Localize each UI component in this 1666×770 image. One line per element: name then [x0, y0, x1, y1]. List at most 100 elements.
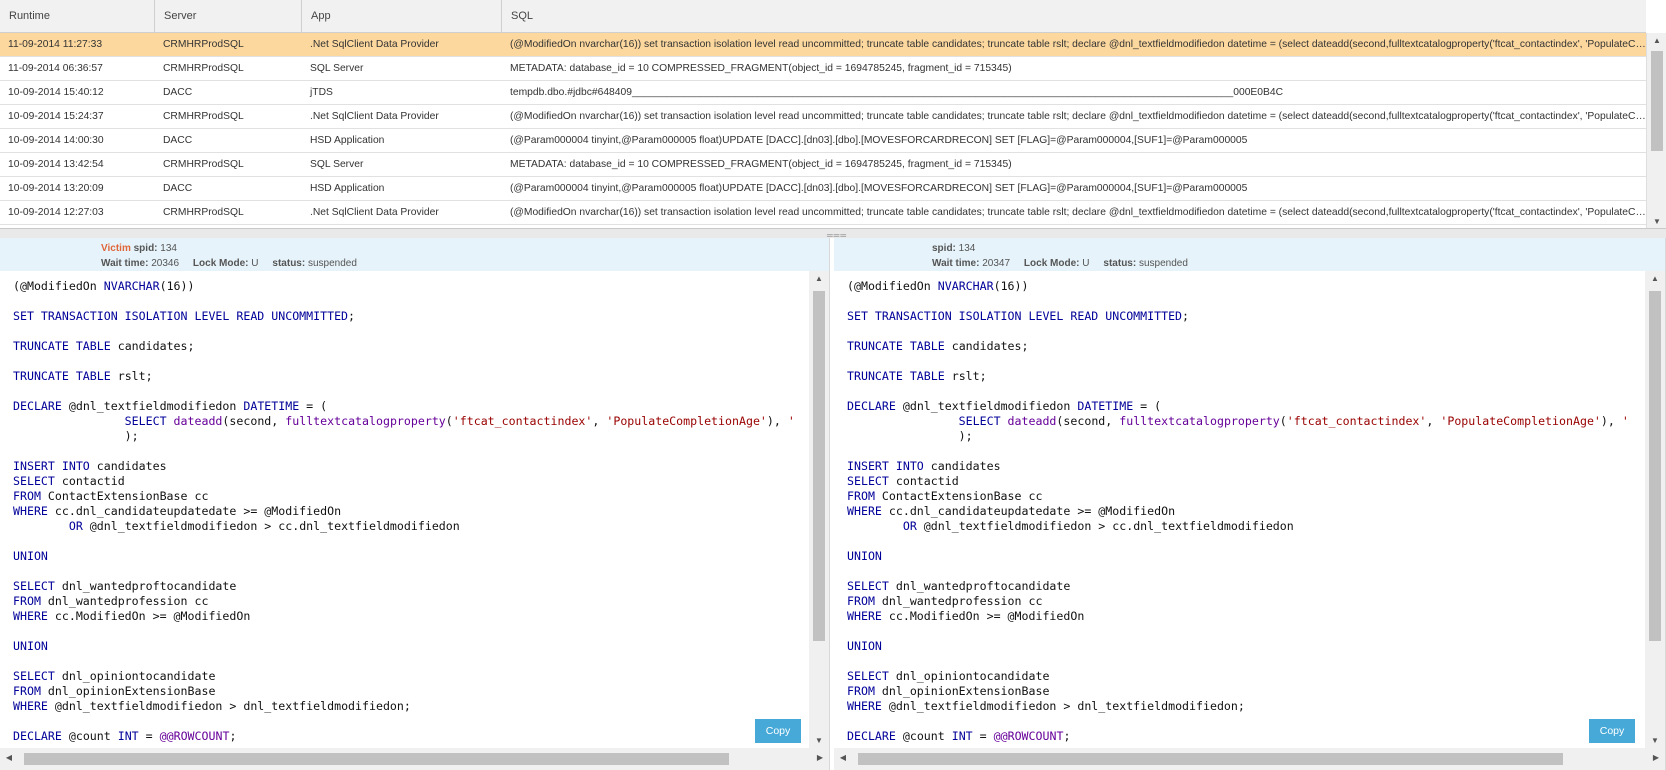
code-token: 'ftcat_contactindex': [1286, 414, 1427, 428]
code-token: @@ROWCOUNT: [993, 729, 1064, 743]
scroll-left-icon[interactable]: ◀: [2, 753, 16, 762]
code-line: SELECT dnl_opiniontocandidate: [13, 669, 809, 684]
code-token: ': [1621, 414, 1629, 428]
code-line: WHERE cc.ModifiedOn >= @ModifiedOn: [13, 609, 809, 624]
column-header-sql[interactable]: SQL: [502, 0, 1646, 33]
status-label: status:: [272, 258, 306, 269]
code-token: @count: [895, 729, 952, 743]
code-token: ),: [766, 414, 788, 428]
code-hscroll-thumb[interactable]: [858, 753, 1563, 765]
code-line: OR @dnl_textfieldmodifiedon > cc.dnl_tex…: [13, 519, 809, 534]
table-row[interactable]: 11-09-2014 06:36:57 CRMHRProdSQL SQL Serve…: [0, 57, 1646, 81]
cell-app: HSD Application: [310, 183, 385, 194]
scroll-down-icon[interactable]: ▼: [1645, 736, 1665, 745]
code-token: SELECT: [13, 414, 174, 428]
code-line: SELECT contactid: [847, 474, 1645, 489]
code-line: SELECT dateadd(second, fulltextcatalogpr…: [13, 414, 809, 429]
code-hscroll-thumb[interactable]: [24, 753, 729, 765]
code-token: ;: [1063, 729, 1071, 743]
scroll-right-icon[interactable]: ▶: [1649, 753, 1663, 762]
code-token: contactid: [54, 474, 125, 488]
victim-label: Victim: [101, 243, 131, 254]
copy-button[interactable]: Copy: [755, 719, 801, 743]
code-line: OR @dnl_textfieldmodifiedon > cc.dnl_tex…: [847, 519, 1645, 534]
code-token: SELECT: [847, 414, 1008, 428]
code-line: TRUNCATE TABLE rslt;: [847, 369, 1645, 384]
code-line: INSERT INTO candidates: [847, 459, 1645, 474]
wait-time-label: Wait time:: [101, 258, 149, 269]
code-token: ContactExtensionBase cc: [874, 489, 1043, 503]
code-token: fulltextcatalogproperty: [1119, 414, 1280, 428]
code-line: FROM dnl_opinionExtensionBase: [847, 684, 1645, 699]
code-line: TRUNCATE TABLE candidates;: [13, 339, 809, 354]
code-line: FROM ContactExtensionBase cc: [847, 489, 1645, 504]
code-token: cc.ModifiedOn >= @ModifiedOn: [47, 609, 251, 623]
code-token: SELECT: [847, 579, 889, 593]
table-row[interactable]: 10-09-2014 13:42:54 CRMHRProdSQL SQL Serve…: [0, 153, 1646, 177]
code-token: dnl_opinionExtensionBase: [874, 684, 1050, 698]
scroll-down-icon[interactable]: ▼: [1647, 217, 1666, 226]
sql-code-view[interactable]: (@ModifiedOn NVARCHAR(16)) SET TRANSACTI…: [0, 271, 809, 748]
code-token: @dnl_textfieldmodifiedon > cc.dnl_textfi…: [916, 519, 1294, 533]
code-scroll-thumb[interactable]: [1649, 291, 1661, 641]
column-header-server[interactable]: Server: [155, 0, 302, 33]
code-token: TRUNCATE TABLE: [847, 339, 945, 353]
code-line: WHERE @dnl_textfieldmodifiedon > dnl_tex…: [847, 699, 1645, 714]
scroll-up-icon[interactable]: ▲: [1645, 274, 1665, 283]
column-header-app[interactable]: App: [302, 0, 502, 33]
cell-runtime: 10-09-2014 15:24:37: [8, 111, 104, 122]
code-token: @ModifiedOn: [19, 279, 104, 293]
code-token: (16)): [159, 279, 195, 293]
lock-mode-value: U: [251, 258, 259, 269]
code-line: SELECT dnl_opiniontocandidate: [847, 669, 1645, 684]
table-row[interactable]: 10-09-2014 15:40:12 DACC jTDS tempdb.dbo.#j…: [0, 81, 1646, 105]
code-token: (: [13, 279, 20, 293]
code-token: FROM: [13, 489, 41, 503]
table-row[interactable]: 10-09-2014 13:20:09 DACC HSD Application (@…: [0, 177, 1646, 201]
sql-code-view[interactable]: (@ModifiedOn NVARCHAR(16)) SET TRANSACTI…: [834, 271, 1645, 748]
column-header-runtime[interactable]: Runtime: [0, 0, 155, 33]
cell-server: CRMHRProdSQL: [163, 159, 244, 170]
table-row[interactable]: 10-09-2014 15:24:37 CRMHRProdSQL .Net SqlC…: [0, 105, 1646, 129]
copy-button[interactable]: Copy: [1589, 719, 1635, 743]
cell-sql: (@ModifiedOn nvarchar(16)) set transacti…: [510, 39, 1646, 50]
code-vertical-scrollbar[interactable]: ▲ ▼: [1645, 271, 1665, 748]
grid-vertical-scrollbar[interactable]: ▲ ▼: [1646, 33, 1666, 228]
scroll-right-icon[interactable]: ▶: [813, 753, 827, 762]
cell-sql: METADATA: database_id = 10 COMPRESSED_FR…: [510, 159, 1012, 170]
table-row[interactable]: 10-09-2014 12:27:03 CRMHRProdSQL .Net SqlC…: [0, 201, 1646, 225]
code-token: fulltextcatalogproperty: [285, 414, 446, 428]
scroll-down-icon[interactable]: ▼: [809, 736, 829, 745]
code-token: @count: [61, 729, 118, 743]
code-token: FROM: [13, 594, 41, 608]
code-line: TRUNCATE TABLE candidates;: [847, 339, 1645, 354]
pane-splitter[interactable]: ═══: [0, 229, 1666, 240]
code-token: dnl_opiniontocandidate: [888, 669, 1050, 683]
scroll-up-icon[interactable]: ▲: [809, 274, 829, 283]
table-row[interactable]: 11-09-2014 11:27:33 CRMHRProdSQL .Net SqlC…: [0, 33, 1646, 57]
code-vertical-scrollbar[interactable]: ▲ ▼: [809, 271, 829, 748]
code-horizontal-scrollbar[interactable]: ◀ ▶: [0, 748, 829, 770]
code-token: = (: [299, 399, 328, 413]
code-scroll-thumb[interactable]: [813, 291, 825, 641]
status-value: suspended: [1138, 258, 1188, 269]
code-horizontal-scrollbar[interactable]: ◀ ▶: [834, 748, 1665, 770]
table-row[interactable]: 10-09-2014 14:00:30 DACC HSD Application (@…: [0, 129, 1646, 153]
code-token: TRUNCATE TABLE: [13, 339, 111, 353]
grid-header: Runtime Server App SQL: [0, 0, 1646, 33]
scroll-left-icon[interactable]: ◀: [836, 753, 850, 762]
code-line: );: [847, 429, 1645, 444]
code-token: 'ftcat_contactindex': [452, 414, 593, 428]
code-token: DECLARE: [847, 399, 896, 413]
cell-server: DACC: [163, 183, 193, 194]
code-token: WHERE: [847, 699, 882, 713]
scroll-up-icon[interactable]: ▲: [1647, 36, 1666, 45]
grid-scroll-thumb[interactable]: [1651, 51, 1663, 151]
cell-sql: METADATA: database_id = 10 COMPRESSED_FR…: [510, 63, 1012, 74]
grid-rows: 11-09-2014 11:27:33 CRMHRProdSQL .Net SqlC…: [0, 33, 1646, 228]
